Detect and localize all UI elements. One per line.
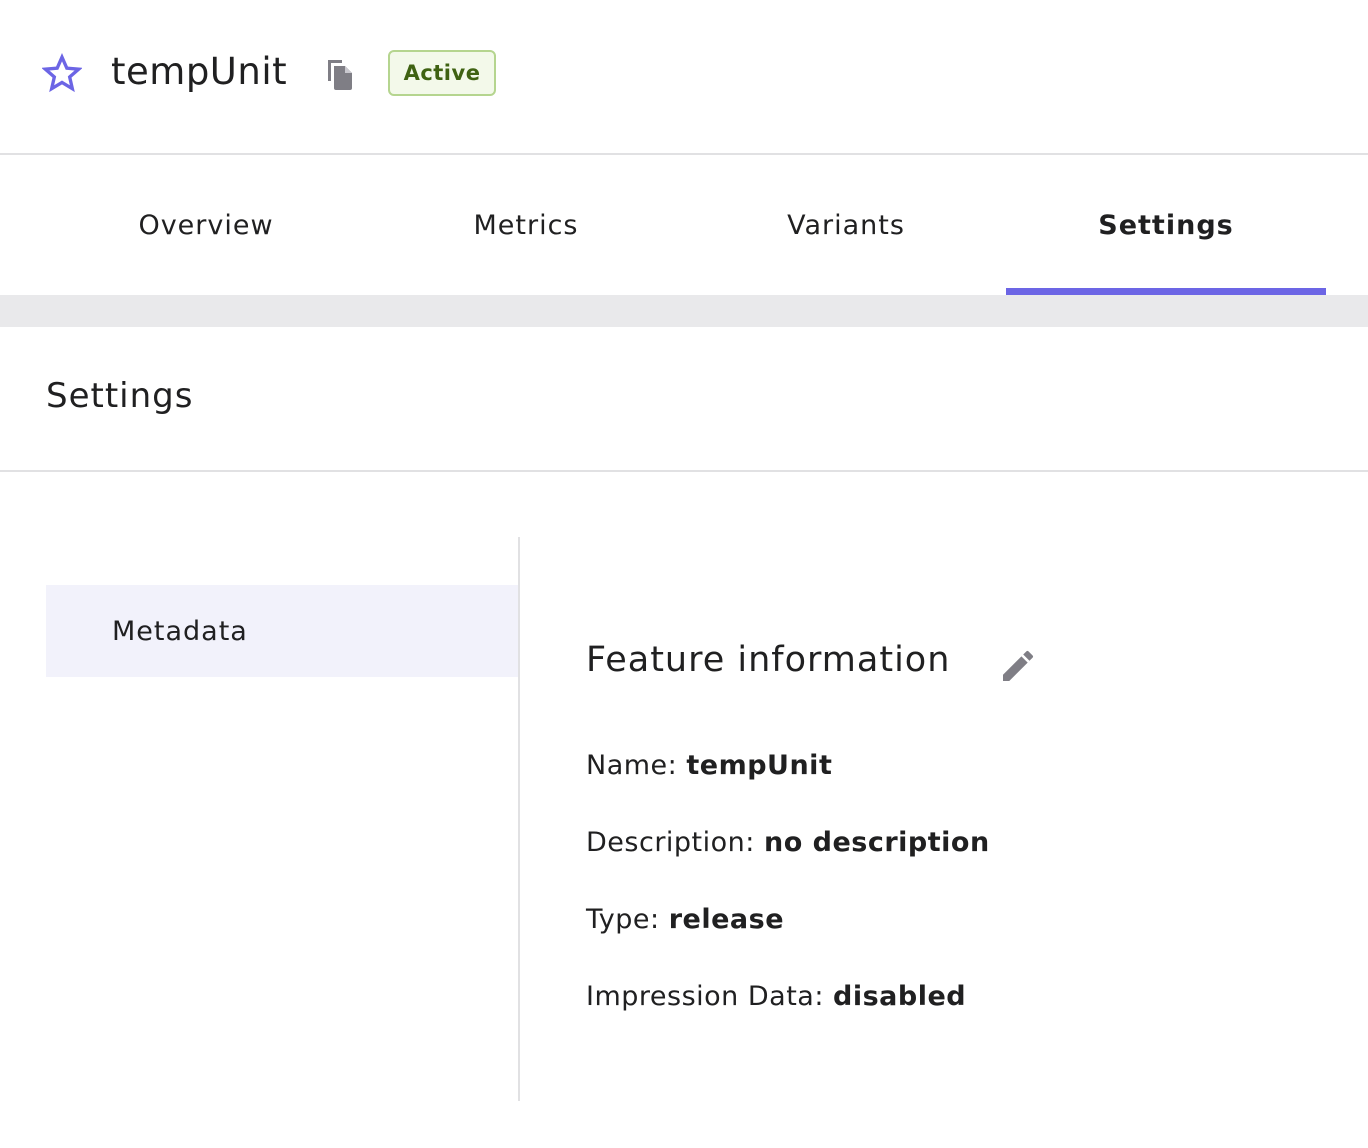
- field-value: release: [668, 904, 785, 935]
- tab-overview[interactable]: Overview: [46, 155, 366, 295]
- field-label: Impression Data:: [586, 981, 824, 1012]
- tab-label: Variants: [787, 209, 905, 241]
- copy-icon[interactable]: [326, 58, 354, 90]
- tab-label: Metrics: [473, 209, 579, 241]
- sidebar-item-label: Metadata: [112, 615, 248, 647]
- field-name: Name: tempUnit: [586, 750, 832, 781]
- field-label: Type:: [586, 904, 660, 935]
- field-type: Type: release: [586, 904, 784, 935]
- sidebar-item-metadata[interactable]: Metadata: [46, 585, 518, 677]
- field-label: Description:: [586, 827, 755, 858]
- field-value: no description: [763, 827, 990, 858]
- feature-information-title: Feature information: [586, 640, 951, 680]
- field-label: Name:: [586, 750, 678, 781]
- field-value: disabled: [833, 981, 967, 1012]
- tab-label: Settings: [1098, 209, 1234, 241]
- feature-title: tempUnit: [111, 50, 288, 93]
- tab-bar: Overview Metrics Variants Settings: [0, 155, 1368, 295]
- field-value: tempUnit: [686, 750, 833, 781]
- vertical-divider: [518, 537, 520, 1101]
- status-badge: Active: [388, 50, 496, 96]
- pencil-icon[interactable]: [998, 646, 1038, 686]
- tab-metrics[interactable]: Metrics: [366, 155, 686, 295]
- section-gap: [0, 295, 1368, 327]
- divider: [0, 470, 1368, 472]
- section-title: Settings: [46, 376, 194, 416]
- field-description: Description: no description: [586, 827, 990, 858]
- tab-settings[interactable]: Settings: [1006, 155, 1326, 295]
- field-impression-data: Impression Data: disabled: [586, 981, 966, 1012]
- favorite-star-icon[interactable]: [42, 53, 82, 93]
- feature-header: tempUnit Active: [0, 0, 1368, 155]
- active-tab-indicator: [1006, 288, 1326, 295]
- tab-variants[interactable]: Variants: [686, 155, 1006, 295]
- tab-label: Overview: [138, 209, 274, 241]
